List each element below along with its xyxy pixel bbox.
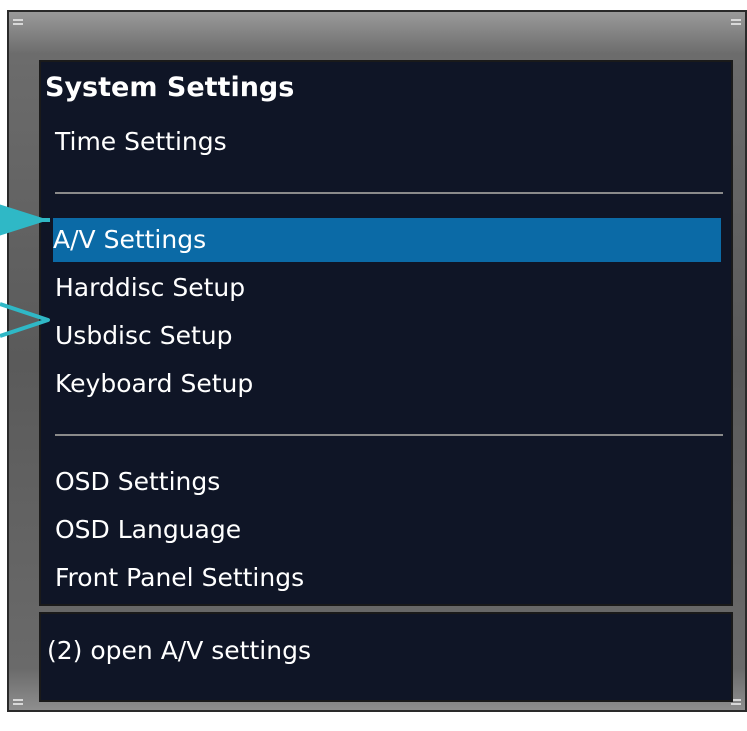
settings-menu: System Settings Time Settings A/V Settin…: [39, 60, 733, 606]
arrow-pointer-icon: [0, 302, 50, 338]
status-bar: (2) open A/V settings: [39, 612, 733, 702]
menu-title: System Settings: [45, 72, 295, 103]
menu-separator: [55, 434, 723, 436]
menu-item-time-settings[interactable]: Time Settings: [55, 120, 227, 164]
menu-item-osd-language[interactable]: OSD Language: [55, 508, 241, 552]
menu-separator: [55, 192, 723, 194]
resize-grip-icon: [731, 19, 741, 25]
menu-item-keyboard-setup[interactable]: Keyboard Setup: [55, 362, 253, 406]
menu-item-av-settings[interactable]: A/V Settings: [53, 218, 721, 262]
menu-item-harddisc-setup[interactable]: Harddisc Setup: [55, 266, 245, 310]
status-text: (2) open A/V settings: [47, 636, 311, 665]
menu-item-usbdisc-setup[interactable]: Usbdisc Setup: [55, 314, 233, 358]
arrow-pointer-icon: [0, 204, 50, 236]
menu-item-front-panel-settings[interactable]: Front Panel Settings: [55, 556, 304, 600]
window-frame: System Settings Time Settings A/V Settin…: [7, 10, 747, 712]
menu-item-label: A/V Settings: [53, 225, 207, 254]
menu-item-osd-settings[interactable]: OSD Settings: [55, 460, 220, 504]
resize-grip-icon: [13, 19, 23, 25]
resize-grip-icon: [13, 699, 23, 705]
